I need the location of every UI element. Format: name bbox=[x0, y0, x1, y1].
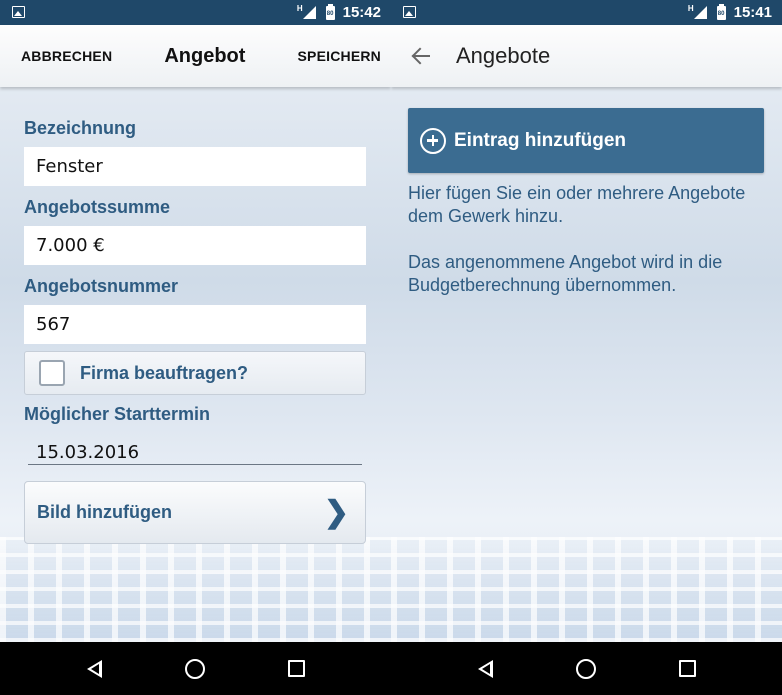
gallery-icon bbox=[403, 6, 416, 18]
offer-number-field[interactable]: 567 bbox=[24, 305, 366, 344]
commission-checkbox[interactable] bbox=[39, 360, 65, 386]
add-image-label: Bild hinzufügen bbox=[37, 502, 172, 522]
status-bar: H 80 15:42 bbox=[0, 0, 391, 25]
commission-checkbox-label: Firma beauftragen? bbox=[80, 362, 249, 383]
add-image-button[interactable]: Bild hinzufügen ❯ bbox=[24, 481, 366, 544]
screen-angebote-list: H 80 15:41 Angebote Eintrag hinzufügen H… bbox=[391, 0, 782, 695]
page-title: Angebote bbox=[456, 43, 551, 68]
page-title: Angebot bbox=[164, 44, 246, 67]
name-field[interactable]: Fenster bbox=[24, 147, 366, 186]
save-button[interactable]: SPEICHERN bbox=[298, 48, 381, 64]
status-bar: H 80 15:41 bbox=[391, 0, 782, 25]
gallery-icon bbox=[12, 6, 25, 18]
app-bar: Angebote bbox=[391, 25, 782, 87]
add-entry-label: Eintrag hinzufügen bbox=[454, 129, 627, 151]
background-floor bbox=[0, 537, 391, 642]
battery-icon: 80 bbox=[716, 3, 726, 20]
info-text-add: Hier fügen Sie ein oder mehrere Angebote… bbox=[408, 183, 746, 226]
signal-icon bbox=[693, 6, 707, 19]
background-floor bbox=[391, 537, 782, 642]
cancel-button[interactable]: ABBRECHEN bbox=[21, 48, 112, 64]
status-time: 15:41 bbox=[733, 4, 772, 21]
signal-icon bbox=[302, 6, 316, 19]
info-text-budget: Das angenommene Angebot wird in die Budg… bbox=[408, 252, 723, 295]
nav-home-icon[interactable] bbox=[575, 658, 596, 679]
name-label: Bezeichnung bbox=[24, 118, 137, 138]
nav-back-icon[interactable] bbox=[477, 659, 493, 678]
battery-icon: 80 bbox=[325, 3, 335, 20]
add-entry-button[interactable]: Eintrag hinzufügen bbox=[408, 108, 764, 173]
start-date-field[interactable]: 15.03.2016 bbox=[28, 443, 362, 465]
start-date-label: Möglicher Starttermin bbox=[24, 404, 211, 424]
status-time: 15:42 bbox=[342, 4, 381, 21]
app-bar: ABBRECHEN Angebot SPEICHERN bbox=[0, 25, 391, 87]
commission-checkbox-row[interactable]: Firma beauftragen? bbox=[24, 351, 366, 395]
amount-field[interactable]: 7.000 € bbox=[24, 226, 366, 265]
add-circle-icon bbox=[420, 127, 446, 154]
nav-recent-icon[interactable] bbox=[287, 660, 305, 677]
chevron-right-icon: ❯ bbox=[323, 496, 349, 529]
list-content: Eintrag hinzufügen Hier fügen Sie ein od… bbox=[391, 87, 782, 642]
nav-back-icon[interactable] bbox=[86, 659, 102, 678]
back-arrow-icon[interactable] bbox=[411, 45, 433, 67]
navigation-bar bbox=[0, 642, 391, 695]
amount-label: Angebotssumme bbox=[24, 197, 171, 217]
offer-number-label: Angebotsnummer bbox=[24, 276, 179, 296]
navigation-bar bbox=[391, 642, 782, 695]
screen-angebot-edit: H 80 15:42 ABBRECHEN Angebot SPEICHERN B… bbox=[0, 0, 391, 695]
form-content: Bezeichnung Fenster Angebotssumme 7.000 … bbox=[0, 87, 391, 642]
nav-home-icon[interactable] bbox=[184, 658, 205, 679]
nav-recent-icon[interactable] bbox=[678, 660, 696, 677]
